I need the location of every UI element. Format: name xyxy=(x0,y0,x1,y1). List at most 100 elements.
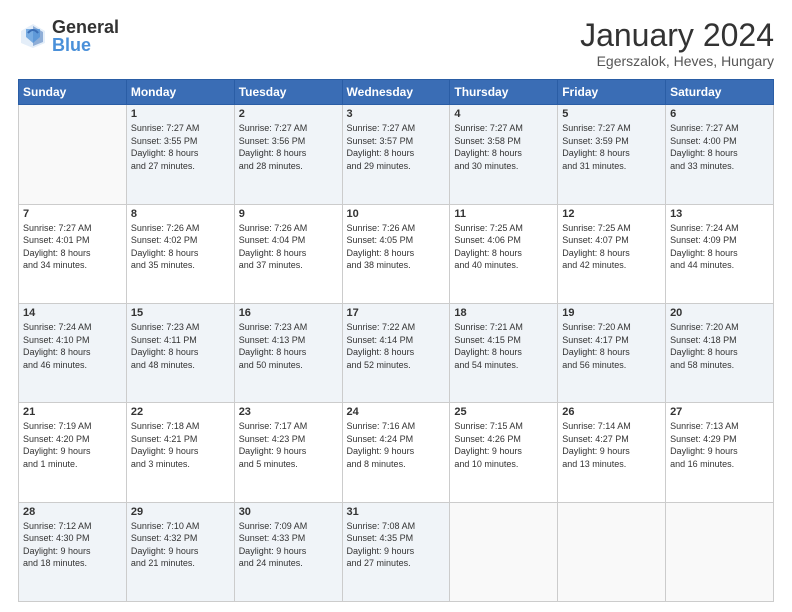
day-info: Sunrise: 7:16 AM Sunset: 4:24 PM Dayligh… xyxy=(347,420,446,470)
day-number: 29 xyxy=(131,506,230,518)
day-number: 16 xyxy=(239,307,338,319)
location: Egerszalok, Heves, Hungary xyxy=(580,53,774,69)
calendar-cell: 6Sunrise: 7:27 AM Sunset: 4:00 PM Daylig… xyxy=(666,105,774,204)
calendar-cell xyxy=(558,502,666,601)
day-number: 28 xyxy=(23,506,122,518)
day-info: Sunrise: 7:10 AM Sunset: 4:32 PM Dayligh… xyxy=(131,520,230,570)
day-number: 10 xyxy=(347,208,446,220)
logo-text: General Blue xyxy=(52,18,119,54)
month-title: January 2024 xyxy=(580,18,774,53)
day-info: Sunrise: 7:27 AM Sunset: 3:59 PM Dayligh… xyxy=(562,122,661,172)
calendar-cell: 30 Sunrise: 7:09 AM Sunset: 4:33 PM Dayli… xyxy=(234,502,342,601)
day-header: Tuesday xyxy=(234,80,342,105)
calendar-cell: 5 Sunrise: 7:27 AM Sunset: 3:59 PM Daylig… xyxy=(558,105,666,204)
day-number: 31 xyxy=(347,506,446,518)
calendar-cell: 9 Sunrise: 7:26 AM Sunset: 4:04 PM Daylig… xyxy=(234,204,342,303)
calendar-cell: 8Sunrise: 7:26 AM Sunset: 4:02 PM Daylig… xyxy=(126,204,234,303)
calendar-cell: 19 Sunrise: 7:20 AM Sunset: 4:17 PM Dayli… xyxy=(558,303,666,402)
day-number: 15 xyxy=(131,307,230,319)
calendar-week: 7Sunrise: 7:27 AM Sunset: 4:01 PM Daylig… xyxy=(19,204,774,303)
day-header: Saturday xyxy=(666,80,774,105)
day-number: 22 xyxy=(131,406,230,418)
calendar-cell: 15 Sunrise: 7:23 AM Sunset: 4:11 PM Dayli… xyxy=(126,303,234,402)
day-info: Sunrise: 7:27 AM Sunset: 4:00 PM Dayligh… xyxy=(670,122,769,172)
day-info: Sunrise: 7:26 AM Sunset: 4:04 PM Dayligh… xyxy=(239,222,338,272)
calendar-body: 1 Sunrise: 7:27 AM Sunset: 3:55 PM Daylig… xyxy=(19,105,774,602)
calendar-cell: 24 Sunrise: 7:16 AM Sunset: 4:24 PM Dayli… xyxy=(342,403,450,502)
day-header: Sunday xyxy=(19,80,127,105)
calendar-week: 1 Sunrise: 7:27 AM Sunset: 3:55 PM Daylig… xyxy=(19,105,774,204)
day-info: Sunrise: 7:27 AM Sunset: 3:57 PM Dayligh… xyxy=(347,122,446,172)
day-header: Thursday xyxy=(450,80,558,105)
day-info: Sunrise: 7:13 AM Sunset: 4:29 PM Dayligh… xyxy=(670,420,769,470)
calendar-cell: 23 Sunrise: 7:17 AM Sunset: 4:23 PM Dayli… xyxy=(234,403,342,502)
day-number: 18 xyxy=(454,307,553,319)
calendar-cell: 14 Sunrise: 7:24 AM Sunset: 4:10 PM Dayli… xyxy=(19,303,127,402)
day-number: 20 xyxy=(670,307,769,319)
day-header: Wednesday xyxy=(342,80,450,105)
logo: General Blue xyxy=(18,18,119,54)
calendar-cell xyxy=(19,105,127,204)
day-number: 19 xyxy=(562,307,661,319)
day-info: Sunrise: 7:08 AM Sunset: 4:35 PM Dayligh… xyxy=(347,520,446,570)
day-number: 9 xyxy=(239,208,338,220)
day-number: 23 xyxy=(239,406,338,418)
day-info: Sunrise: 7:17 AM Sunset: 4:23 PM Dayligh… xyxy=(239,420,338,470)
day-info: Sunrise: 7:14 AM Sunset: 4:27 PM Dayligh… xyxy=(562,420,661,470)
day-number: 13 xyxy=(670,208,769,220)
calendar-cell: 12Sunrise: 7:25 AM Sunset: 4:07 PM Dayli… xyxy=(558,204,666,303)
calendar-week: 21Sunrise: 7:19 AM Sunset: 4:20 PM Dayli… xyxy=(19,403,774,502)
calendar-cell xyxy=(450,502,558,601)
day-number: 12 xyxy=(562,208,661,220)
calendar-week: 14 Sunrise: 7:24 AM Sunset: 4:10 PM Dayli… xyxy=(19,303,774,402)
day-info: Sunrise: 7:26 AM Sunset: 4:02 PM Dayligh… xyxy=(131,222,230,272)
day-info: Sunrise: 7:24 AM Sunset: 4:10 PM Dayligh… xyxy=(23,321,122,371)
day-info: Sunrise: 7:27 AM Sunset: 3:56 PM Dayligh… xyxy=(239,122,338,172)
day-info: Sunrise: 7:12 AM Sunset: 4:30 PM Dayligh… xyxy=(23,520,122,570)
day-info: Sunrise: 7:20 AM Sunset: 4:18 PM Dayligh… xyxy=(670,321,769,371)
calendar-cell: 25 Sunrise: 7:15 AM Sunset: 4:26 PM Dayli… xyxy=(450,403,558,502)
day-info: Sunrise: 7:22 AM Sunset: 4:14 PM Dayligh… xyxy=(347,321,446,371)
calendar-cell: 10Sunrise: 7:26 AM Sunset: 4:05 PM Dayli… xyxy=(342,204,450,303)
header-row: SundayMondayTuesdayWednesdayThursdayFrid… xyxy=(19,80,774,105)
day-info: Sunrise: 7:15 AM Sunset: 4:26 PM Dayligh… xyxy=(454,420,553,470)
calendar-cell: 26 Sunrise: 7:14 AM Sunset: 4:27 PM Dayli… xyxy=(558,403,666,502)
calendar-cell: 11Sunrise: 7:25 AM Sunset: 4:06 PM Dayli… xyxy=(450,204,558,303)
calendar-cell: 17 Sunrise: 7:22 AM Sunset: 4:14 PM Dayli… xyxy=(342,303,450,402)
day-info: Sunrise: 7:23 AM Sunset: 4:11 PM Dayligh… xyxy=(131,321,230,371)
calendar-cell: 1 Sunrise: 7:27 AM Sunset: 3:55 PM Daylig… xyxy=(126,105,234,204)
calendar-cell: 27Sunrise: 7:13 AM Sunset: 4:29 PM Dayli… xyxy=(666,403,774,502)
calendar-table: SundayMondayTuesdayWednesdayThursdayFrid… xyxy=(18,79,774,602)
day-number: 26 xyxy=(562,406,661,418)
calendar-cell xyxy=(666,502,774,601)
day-number: 30 xyxy=(239,506,338,518)
calendar-cell: 31 Sunrise: 7:08 AM Sunset: 4:35 PM Dayli… xyxy=(342,502,450,601)
day-number: 5 xyxy=(562,108,661,120)
day-info: Sunrise: 7:27 AM Sunset: 3:55 PM Dayligh… xyxy=(131,122,230,172)
calendar-cell: 29 Sunrise: 7:10 AM Sunset: 4:32 PM Dayli… xyxy=(126,502,234,601)
day-info: Sunrise: 7:18 AM Sunset: 4:21 PM Dayligh… xyxy=(131,420,230,470)
calendar-cell: 13Sunrise: 7:24 AM Sunset: 4:09 PM Dayli… xyxy=(666,204,774,303)
day-info: Sunrise: 7:23 AM Sunset: 4:13 PM Dayligh… xyxy=(239,321,338,371)
day-info: Sunrise: 7:20 AM Sunset: 4:17 PM Dayligh… xyxy=(562,321,661,371)
calendar-cell: 22 Sunrise: 7:18 AM Sunset: 4:21 PM Dayli… xyxy=(126,403,234,502)
day-info: Sunrise: 7:27 AM Sunset: 3:58 PM Dayligh… xyxy=(454,122,553,172)
day-info: Sunrise: 7:27 AM Sunset: 4:01 PM Dayligh… xyxy=(23,222,122,272)
day-info: Sunrise: 7:09 AM Sunset: 4:33 PM Dayligh… xyxy=(239,520,338,570)
day-number: 14 xyxy=(23,307,122,319)
day-number: 17 xyxy=(347,307,446,319)
day-info: Sunrise: 7:21 AM Sunset: 4:15 PM Dayligh… xyxy=(454,321,553,371)
day-number: 1 xyxy=(131,108,230,120)
day-number: 11 xyxy=(454,208,553,220)
calendar-cell: 20 Sunrise: 7:20 AM Sunset: 4:18 PM Dayli… xyxy=(666,303,774,402)
day-number: 25 xyxy=(454,406,553,418)
calendar-cell: 2Sunrise: 7:27 AM Sunset: 3:56 PM Daylig… xyxy=(234,105,342,204)
calendar-cell: 4Sunrise: 7:27 AM Sunset: 3:58 PM Daylig… xyxy=(450,105,558,204)
day-number: 21 xyxy=(23,406,122,418)
day-number: 3 xyxy=(347,108,446,120)
logo-blue: Blue xyxy=(52,36,119,54)
title-block: January 2024 Egerszalok, Heves, Hungary xyxy=(580,18,774,69)
calendar-cell: 16 Sunrise: 7:23 AM Sunset: 4:13 PM Dayli… xyxy=(234,303,342,402)
day-number: 24 xyxy=(347,406,446,418)
calendar-cell: 18 Sunrise: 7:21 AM Sunset: 4:15 PM Dayli… xyxy=(450,303,558,402)
